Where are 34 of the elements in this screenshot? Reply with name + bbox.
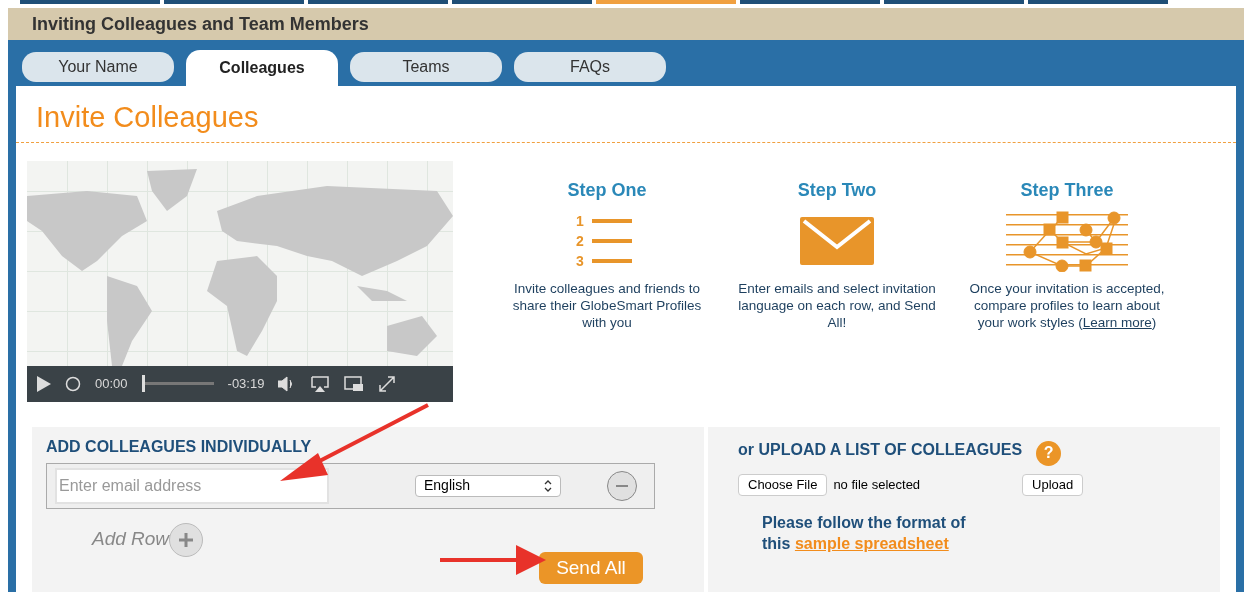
language-select[interactable]: English — [415, 474, 561, 497]
step-title: Step One — [567, 178, 647, 202]
window-title: Inviting Colleagues and Team Members — [8, 8, 1244, 40]
add-row-icon[interactable] — [169, 522, 204, 557]
play-icon[interactable] — [37, 375, 51, 392]
format-note: Please follow the format of this sample spreadsheet — [762, 512, 967, 554]
remove-row-icon[interactable] — [607, 470, 637, 501]
upload-button[interactable]: Upload — [1022, 473, 1084, 496]
page-heading: Invite Colleagues — [16, 86, 1236, 143]
airplay-icon[interactable] — [310, 375, 331, 392]
learn-more-link[interactable]: Learn more — [1082, 314, 1152, 330]
tab[interactable]: FAQs — [514, 52, 666, 82]
section-title: or UPLOAD A LIST OF COLLEAGUES — [738, 440, 1023, 460]
elapsed-time: 00:00 — [95, 374, 128, 393]
tab[interactable]: Your Name — [22, 52, 174, 82]
fullscreen-icon[interactable] — [378, 374, 397, 393]
section-title: ADD COLLEAGUES INDIVIDUALLY — [46, 436, 313, 457]
tab[interactable]: Colleagues — [186, 50, 338, 86]
seek-bar[interactable] — [141, 375, 214, 392]
add-row-label: Add Row — [92, 527, 170, 552]
step-description: Invite colleagues and friends to share their GlobeSmart Profiles with you — [511, 279, 703, 331]
tab[interactable]: Teams — [350, 52, 502, 82]
step-title: Step Three — [1020, 178, 1114, 202]
step-description: Enter emails and select invitation language on each row, and Send All! — [737, 279, 937, 331]
envelope-icon — [800, 216, 874, 265]
network-diagram-icon — [1006, 209, 1128, 272]
step-description: Once your invitation is accepted, compare profiles to learn about your work styles (Learn more) — [968, 279, 1166, 331]
stepper-icon — [544, 479, 552, 492]
choose-file-button[interactable]: Choose File — [738, 473, 828, 496]
remaining-time: -03:19 — [227, 374, 265, 393]
file-status: no file selected — [833, 475, 921, 494]
email-field[interactable]: Enter email address — [55, 467, 329, 504]
picture-in-picture-icon[interactable] — [344, 375, 365, 392]
step-title: Step Two — [797, 178, 877, 202]
